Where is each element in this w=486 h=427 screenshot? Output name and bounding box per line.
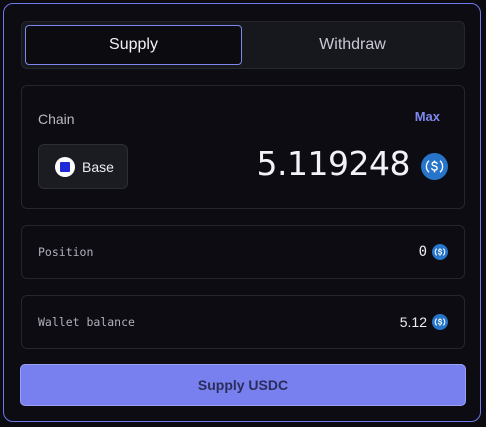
max-button[interactable]: Max xyxy=(415,109,440,124)
tab-withdraw[interactable]: Withdraw xyxy=(244,25,461,65)
wallet-balance-label: Wallet balance xyxy=(38,315,135,329)
position-value: 0 xyxy=(418,244,427,260)
base-chain-icon xyxy=(55,156,75,177)
wallet-balance-row: Wallet balance 5.12 xyxy=(21,295,465,349)
usdc-icon xyxy=(432,314,448,330)
usdc-icon xyxy=(432,244,448,260)
amount-input[interactable]: 5.119248 xyxy=(257,144,411,183)
position-label: Position xyxy=(38,245,94,259)
supply-usdc-button[interactable]: Supply USDC xyxy=(20,364,466,406)
amount-card: Chain Max Base 5.119248 xyxy=(21,85,465,209)
mode-tabs: Supply Withdraw xyxy=(21,21,465,69)
position-row: Position 0 xyxy=(21,225,465,279)
wallet-balance-value: 5.12 xyxy=(399,314,427,330)
usdc-icon xyxy=(421,153,448,180)
chain-name: Base xyxy=(82,158,114,175)
chain-selector[interactable]: Base xyxy=(38,144,128,189)
chain-label: Chain xyxy=(38,111,75,127)
tab-supply[interactable]: Supply xyxy=(25,25,242,65)
